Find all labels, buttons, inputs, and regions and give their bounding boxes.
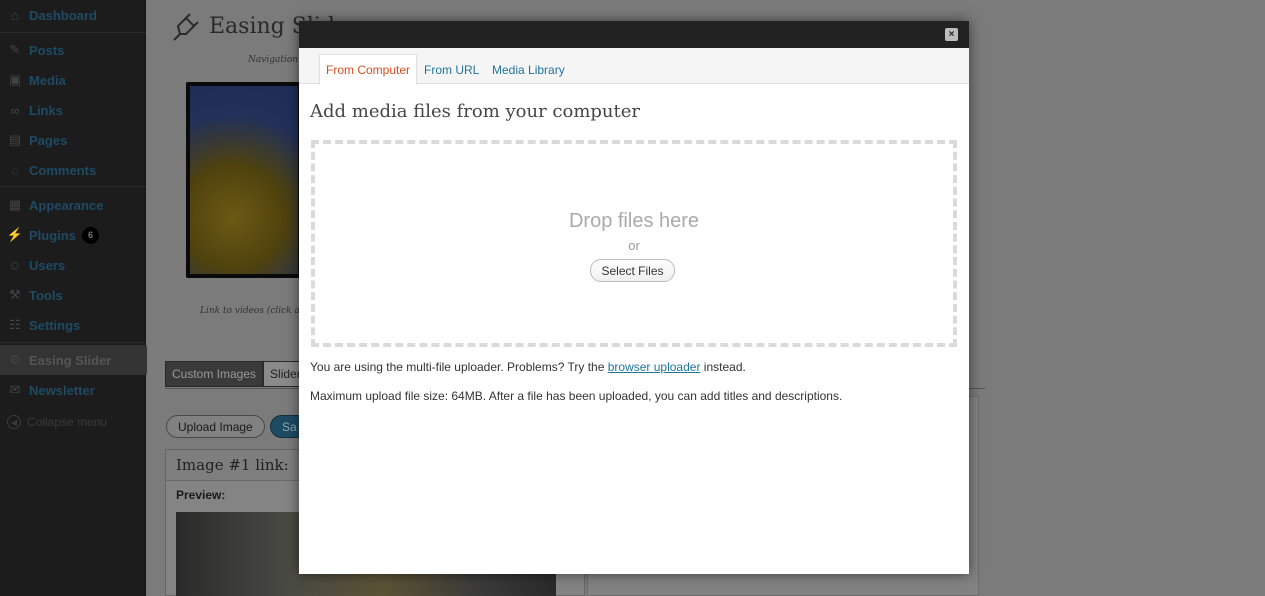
- sidebar-item-label: Easing Slider: [29, 352, 112, 368]
- link-icon: ∞: [10, 102, 20, 118]
- sidebar-item-label: Newsletter: [29, 382, 95, 398]
- collapse-arrow-icon: ◀: [7, 415, 21, 429]
- slider-icon: ⚙: [9, 352, 21, 367]
- upload-tabs: From Computer From URL Media Library: [299, 48, 969, 85]
- sidebar-item-label: Dashboard: [29, 7, 97, 23]
- sidebar-item-label: Pages: [29, 132, 68, 148]
- slider-preview: [186, 82, 302, 278]
- or-text: or: [628, 238, 640, 253]
- uploader-note-prefix: You are using the multi-file uploader. P…: [310, 360, 605, 374]
- menu-separator: [0, 32, 146, 33]
- collapse-menu-button[interactable]: ◀ Collapse menu: [0, 407, 146, 437]
- drop-zone[interactable]: Drop files here or Select Files: [311, 140, 957, 347]
- slider-preview-image: [190, 86, 298, 274]
- comment-icon: ◌: [11, 162, 19, 178]
- tab-custom-images[interactable]: Custom Images: [165, 361, 264, 387]
- plugins-update-badge: 6: [81, 226, 99, 244]
- sidebar-item-label: Plugins: [29, 227, 76, 243]
- drop-files-text: Drop files here: [568, 210, 700, 232]
- uploader-note: You are using the multi-file uploader. P…: [310, 360, 746, 374]
- sidebar-item-appearance[interactable]: ▦ Appearance: [0, 190, 146, 220]
- sidebar-item-newsletter[interactable]: ✉ Newsletter: [0, 375, 146, 405]
- preview-caption: Link to videos (click a: [200, 306, 300, 316]
- settings-tabs: Custom Images Slider: [165, 361, 308, 387]
- sidebar-item-label: Tools: [29, 287, 63, 303]
- plugin-icon: ⚡: [6, 227, 24, 242]
- sidebar-item-easing-slider[interactable]: ⚙ Easing Slider: [0, 345, 154, 375]
- sidebar-item-pages[interactable]: ▤ Pages: [0, 125, 146, 155]
- sidebar-item-links[interactable]: ∞ Links: [0, 95, 146, 125]
- close-button[interactable]: ×: [945, 28, 958, 41]
- menu-separator: [0, 186, 146, 187]
- sidebar-item-label: Comments: [29, 162, 97, 178]
- dialog-heading: Add media files from your computer: [310, 101, 641, 122]
- select-files-button[interactable]: Select Files: [590, 259, 675, 282]
- sidebar-item-settings[interactable]: ☷ Settings: [0, 310, 146, 340]
- tools-icon: ⚒: [9, 287, 21, 302]
- tab-media-library[interactable]: Media Library: [486, 54, 571, 85]
- sidebar-item-tools[interactable]: ⚒ Tools: [0, 280, 146, 310]
- preview-label: Preview:: [176, 488, 226, 502]
- pushpin-icon: ✎: [9, 42, 21, 57]
- newsletter-icon: ✉: [9, 382, 21, 397]
- settings-icon: ☷: [9, 317, 21, 332]
- sidebar-item-label: Media: [29, 72, 66, 88]
- sidebar-item-comments[interactable]: ◌ Comments: [0, 155, 146, 185]
- uploader-note-suffix: instead.: [703, 360, 746, 374]
- browser-uploader-link[interactable]: browser uploader: [608, 360, 701, 374]
- plug-icon: [173, 13, 199, 41]
- media-upload-dialog: × From Computer From URL Media Library A…: [299, 21, 969, 574]
- navigation-tagline: Navigation p: [248, 55, 307, 65]
- appearance-icon: ▦: [8, 197, 22, 212]
- sidebar-item-label: Links: [29, 102, 63, 118]
- upload-image-button[interactable]: Upload Image: [166, 415, 265, 438]
- sidebar-item-plugins[interactable]: ⚡ Plugins 6: [0, 220, 146, 250]
- media-icon: ▣: [8, 72, 22, 87]
- admin-sidebar: ⌂ Dashboard ✎ Posts ▣ Media ∞ Links ▤ Pa…: [0, 0, 154, 596]
- max-upload-size-note: Maximum upload file size: 64MB. After a …: [310, 389, 843, 403]
- sidebar-item-posts[interactable]: ✎ Posts: [0, 35, 146, 65]
- sidebar-item-label: Posts: [29, 42, 65, 58]
- sidebar-item-media[interactable]: ▣ Media: [0, 65, 146, 95]
- sidebar-item-users[interactable]: ☺ Users: [0, 250, 146, 280]
- menu-separator: [0, 342, 146, 343]
- tab-from-url[interactable]: From URL: [418, 54, 485, 85]
- sidebar-item-dashboard[interactable]: ⌂ Dashboard: [0, 0, 146, 30]
- dashboard-icon: ⌂: [11, 7, 19, 23]
- page-icon: ▤: [8, 132, 22, 147]
- users-icon: ☺: [8, 257, 22, 273]
- sidebar-item-label: Appearance: [29, 197, 104, 213]
- sidebar-item-label: Settings: [29, 317, 81, 333]
- collapse-menu-label: Collapse menu: [27, 415, 108, 429]
- tab-from-computer[interactable]: From Computer: [319, 54, 418, 85]
- dialog-titlebar: ×: [299, 21, 969, 48]
- sidebar-item-label: Users: [29, 257, 66, 273]
